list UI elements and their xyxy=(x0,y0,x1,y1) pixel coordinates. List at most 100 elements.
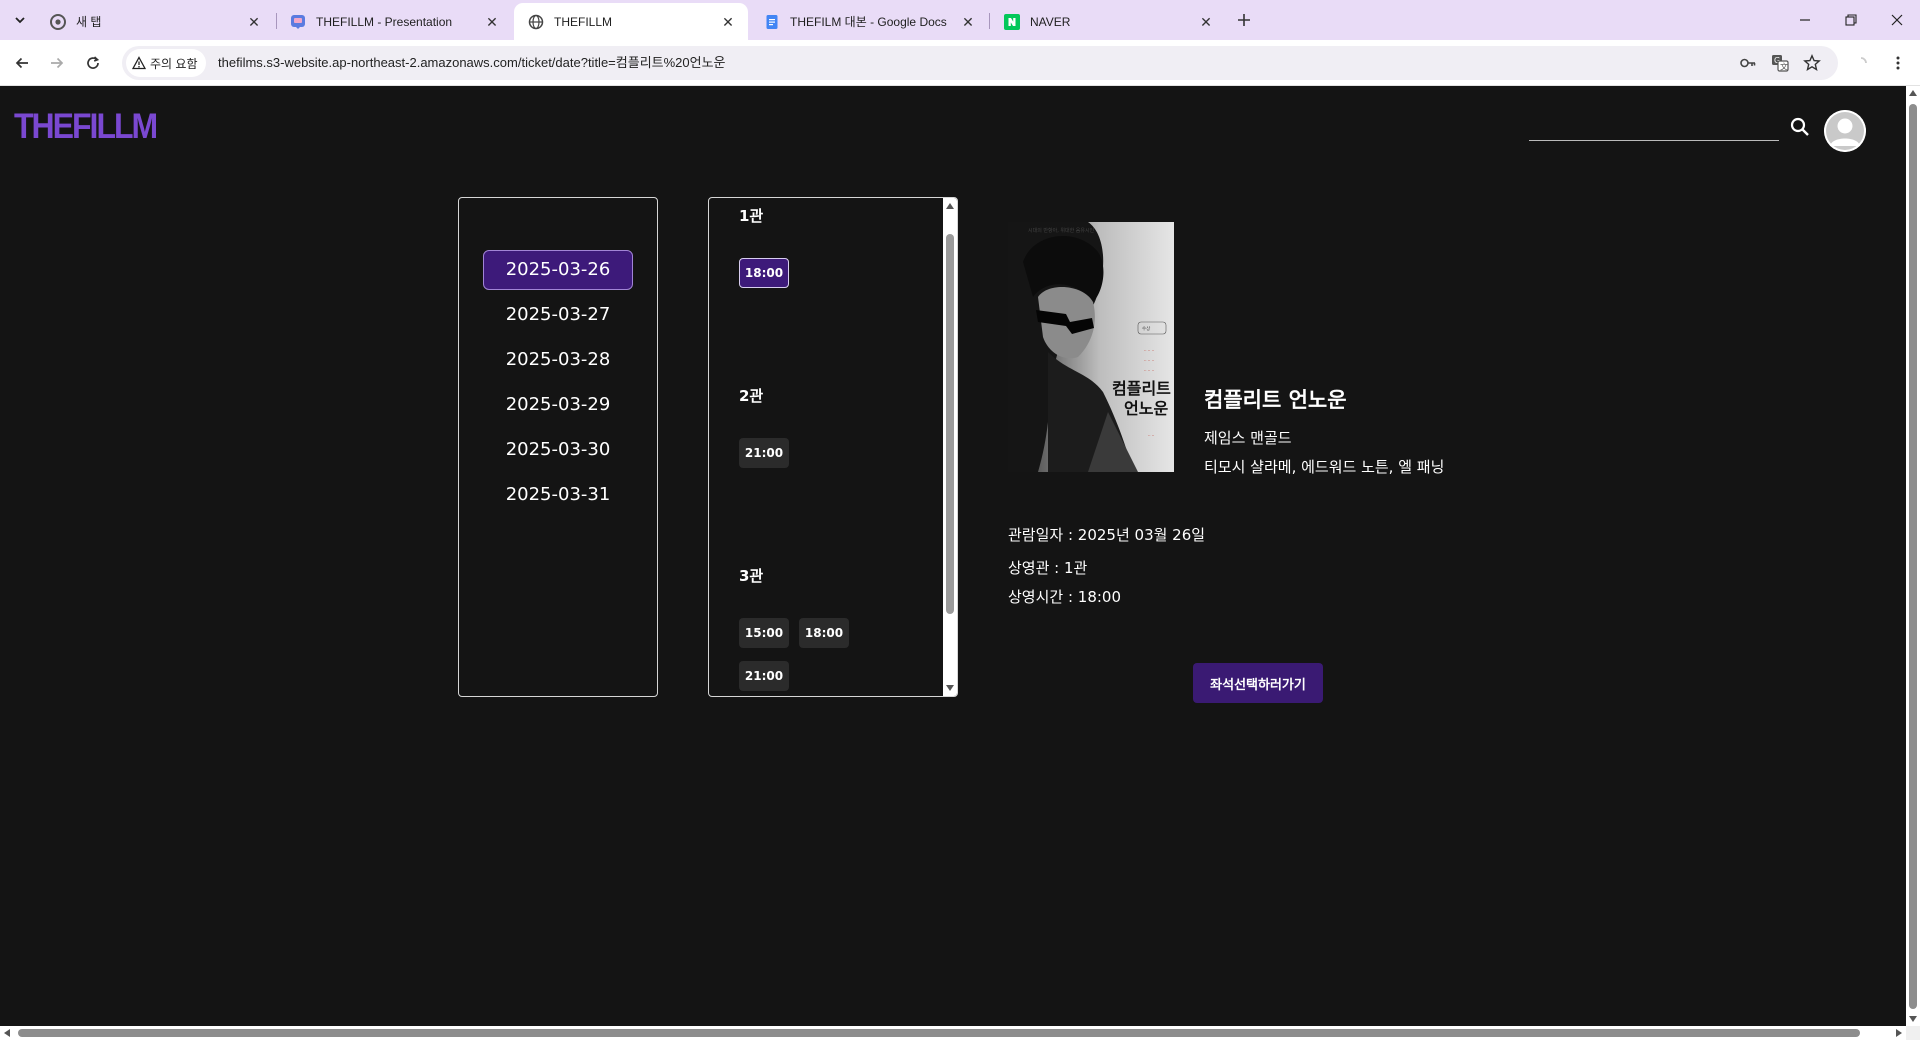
chevron-down-icon xyxy=(15,17,25,24)
showtime-slot[interactable]: 18:00 xyxy=(799,618,849,648)
restore-button[interactable] xyxy=(1828,0,1874,40)
showtime-list: 1관 18:00 2관 21:00 3관 15:00 18:00 21:00 xyxy=(708,197,958,697)
showtime-slot[interactable]: 21:00 xyxy=(739,661,789,691)
tab-naver[interactable]: NAVER ✕ xyxy=(990,3,1226,40)
tab-title: THEFILLM xyxy=(554,14,613,29)
arrow-right-icon xyxy=(51,57,64,69)
scrollbar-thumb[interactable] xyxy=(1909,104,1917,1009)
close-tab-icon[interactable]: ✕ xyxy=(720,14,736,30)
page-vertical-scrollbar[interactable] xyxy=(1906,86,1920,1026)
scrollbar-thumb[interactable] xyxy=(946,234,954,614)
svg-text:·· ·· ··: ·· ·· ·· xyxy=(1144,358,1154,363)
scroll-down-arrow-icon[interactable] xyxy=(1909,1016,1917,1022)
svg-text:·· ·· ··: ·· ·· ·· xyxy=(1144,348,1154,353)
chrome-icon xyxy=(50,13,66,30)
date-option[interactable]: 2025-03-28 xyxy=(483,340,633,380)
browser-toolbar: 주의 요함 thefilms.s3-website.ap-northeast-2… xyxy=(0,40,1920,86)
new-tab-button[interactable] xyxy=(1232,8,1256,32)
reload-button[interactable] xyxy=(79,49,107,77)
bookmark-star-icon[interactable] xyxy=(1802,53,1822,73)
presentation-app-icon xyxy=(290,14,306,30)
tab-thefillm[interactable]: THEFILLM ✕ xyxy=(514,3,748,40)
minimize-button[interactable] xyxy=(1782,0,1828,40)
screening-time: 상영시간 : 18:00 xyxy=(1008,588,1122,606)
reload-icon xyxy=(87,56,100,69)
tab-presentation[interactable]: THEFILLM - Presentation ✕ xyxy=(276,3,512,40)
url-text[interactable]: thefilms.s3-website.ap-northeast-2.amazo… xyxy=(218,46,726,80)
date-list: 2025-03-26 2025-03-27 2025-03-28 2025-03… xyxy=(458,197,658,697)
site-logo[interactable]: THEFILLM xyxy=(14,106,158,147)
tab-title: 새 탭 xyxy=(76,15,102,29)
close-window-button[interactable] xyxy=(1874,0,1920,40)
back-button[interactable] xyxy=(8,49,36,77)
address-bar[interactable]: 주의 요함 thefilms.s3-website.ap-northeast-2… xyxy=(122,46,1838,80)
minimize-icon xyxy=(1800,19,1810,21)
movie-director: 제임스 맨골드 xyxy=(1204,429,1292,447)
showtime-scrollbar[interactable] xyxy=(943,198,957,696)
close-tab-icon[interactable]: ✕ xyxy=(484,14,500,30)
globe-icon xyxy=(528,14,544,30)
password-key-icon[interactable] xyxy=(1738,53,1758,73)
svg-text:컴플리트: 컴플리트 xyxy=(1112,379,1171,398)
showtime-slot[interactable]: 21:00 xyxy=(739,438,789,468)
search-input[interactable] xyxy=(1529,116,1783,142)
date-option-selected[interactable]: 2025-03-26 xyxy=(483,250,633,290)
more-vertical-icon xyxy=(1896,56,1900,70)
hall-title: 3관 xyxy=(739,567,764,585)
date-option[interactable]: 2025-03-31 xyxy=(483,475,633,515)
scroll-right-arrow-icon[interactable] xyxy=(1896,1029,1902,1037)
screening-hall: 상영관 : 1관 xyxy=(1008,559,1088,577)
google-docs-icon xyxy=(764,14,780,30)
security-chip-label: 주의 요함 xyxy=(150,56,198,71)
movie-cast: 티모시 샬라메, 에드워드 노튼, 엘 패닝 xyxy=(1204,458,1445,476)
svg-text:언노운: 언노운 xyxy=(1124,399,1168,418)
warning-triangle-icon xyxy=(132,56,146,70)
tab-title: THEFILM 대본 - Google Docs xyxy=(790,15,947,29)
tab-title: NAVER xyxy=(1030,14,1071,29)
close-icon xyxy=(1891,14,1903,26)
hall-title: 2관 xyxy=(739,387,764,405)
close-tab-icon[interactable]: ✕ xyxy=(246,14,262,30)
svg-text:시대의 반항아, 위대한 음유시인: 시대의 반항아, 위대한 음유시인 xyxy=(1028,227,1095,234)
movie-poster: 시대의 반항아, 위대한 음유시인 수상 ·· ·· ·· ·· ·· ·· ·… xyxy=(1008,222,1174,472)
naver-icon xyxy=(1004,13,1020,30)
select-seat-button[interactable]: 좌석선택하러가기 xyxy=(1193,663,1323,703)
search-underline xyxy=(1529,140,1779,141)
browser-menu-button[interactable] xyxy=(1884,49,1912,77)
showtime-slot[interactable]: 15:00 xyxy=(739,618,789,648)
scrollbar-corner xyxy=(1906,1026,1920,1040)
user-avatar[interactable] xyxy=(1824,110,1866,152)
restore-icon xyxy=(1845,14,1857,26)
page-horizontal-scrollbar[interactable] xyxy=(0,1026,1906,1040)
translate-icon[interactable]: G文 xyxy=(1770,53,1790,73)
movie-title: 컴플리트 언노운 xyxy=(1204,388,1347,412)
tab-google-docs[interactable]: THEFILM 대본 - Google Docs ✕ xyxy=(750,3,988,40)
scroll-left-arrow-icon[interactable] xyxy=(4,1029,10,1037)
forward-button[interactable] xyxy=(43,49,71,77)
viewing-date: 관람일자 : 2025년 03월 26일 xyxy=(1008,526,1206,544)
arrow-left-icon xyxy=(15,57,28,69)
search-icon[interactable] xyxy=(1789,116,1811,138)
tab-search-button[interactable] xyxy=(8,8,32,32)
scroll-up-arrow-icon[interactable] xyxy=(1909,90,1917,96)
showtime-slot-selected[interactable]: 18:00 xyxy=(739,258,789,288)
svg-text:文: 文 xyxy=(1780,62,1788,72)
date-option[interactable]: 2025-03-29 xyxy=(483,385,633,425)
svg-text:·· ··: ·· ·· xyxy=(1148,433,1154,438)
tab-new-tab[interactable]: 새 탭 ✕ xyxy=(36,3,274,40)
svg-text:수상: 수상 xyxy=(1142,325,1150,332)
scroll-up-arrow-icon[interactable] xyxy=(946,203,954,209)
security-warning-chip[interactable]: 주의 요함 xyxy=(126,49,206,77)
extension-loading-icon[interactable] xyxy=(1847,49,1875,77)
tab-title: THEFILLM - Presentation xyxy=(316,14,453,29)
date-option[interactable]: 2025-03-27 xyxy=(483,295,633,335)
user-icon xyxy=(1824,110,1866,152)
svg-text:·· ·· ··: ·· ·· ·· xyxy=(1144,368,1154,373)
plus-icon xyxy=(1238,14,1250,26)
tab-strip: 새 탭 ✕ THEFILLM - Presentation ✕ THEFILLM… xyxy=(0,0,1920,40)
date-option[interactable]: 2025-03-30 xyxy=(483,430,633,470)
scroll-down-arrow-icon[interactable] xyxy=(946,685,954,691)
close-tab-icon[interactable]: ✕ xyxy=(960,14,976,30)
close-tab-icon[interactable]: ✕ xyxy=(1198,14,1214,30)
scrollbar-thumb[interactable] xyxy=(18,1029,1860,1037)
